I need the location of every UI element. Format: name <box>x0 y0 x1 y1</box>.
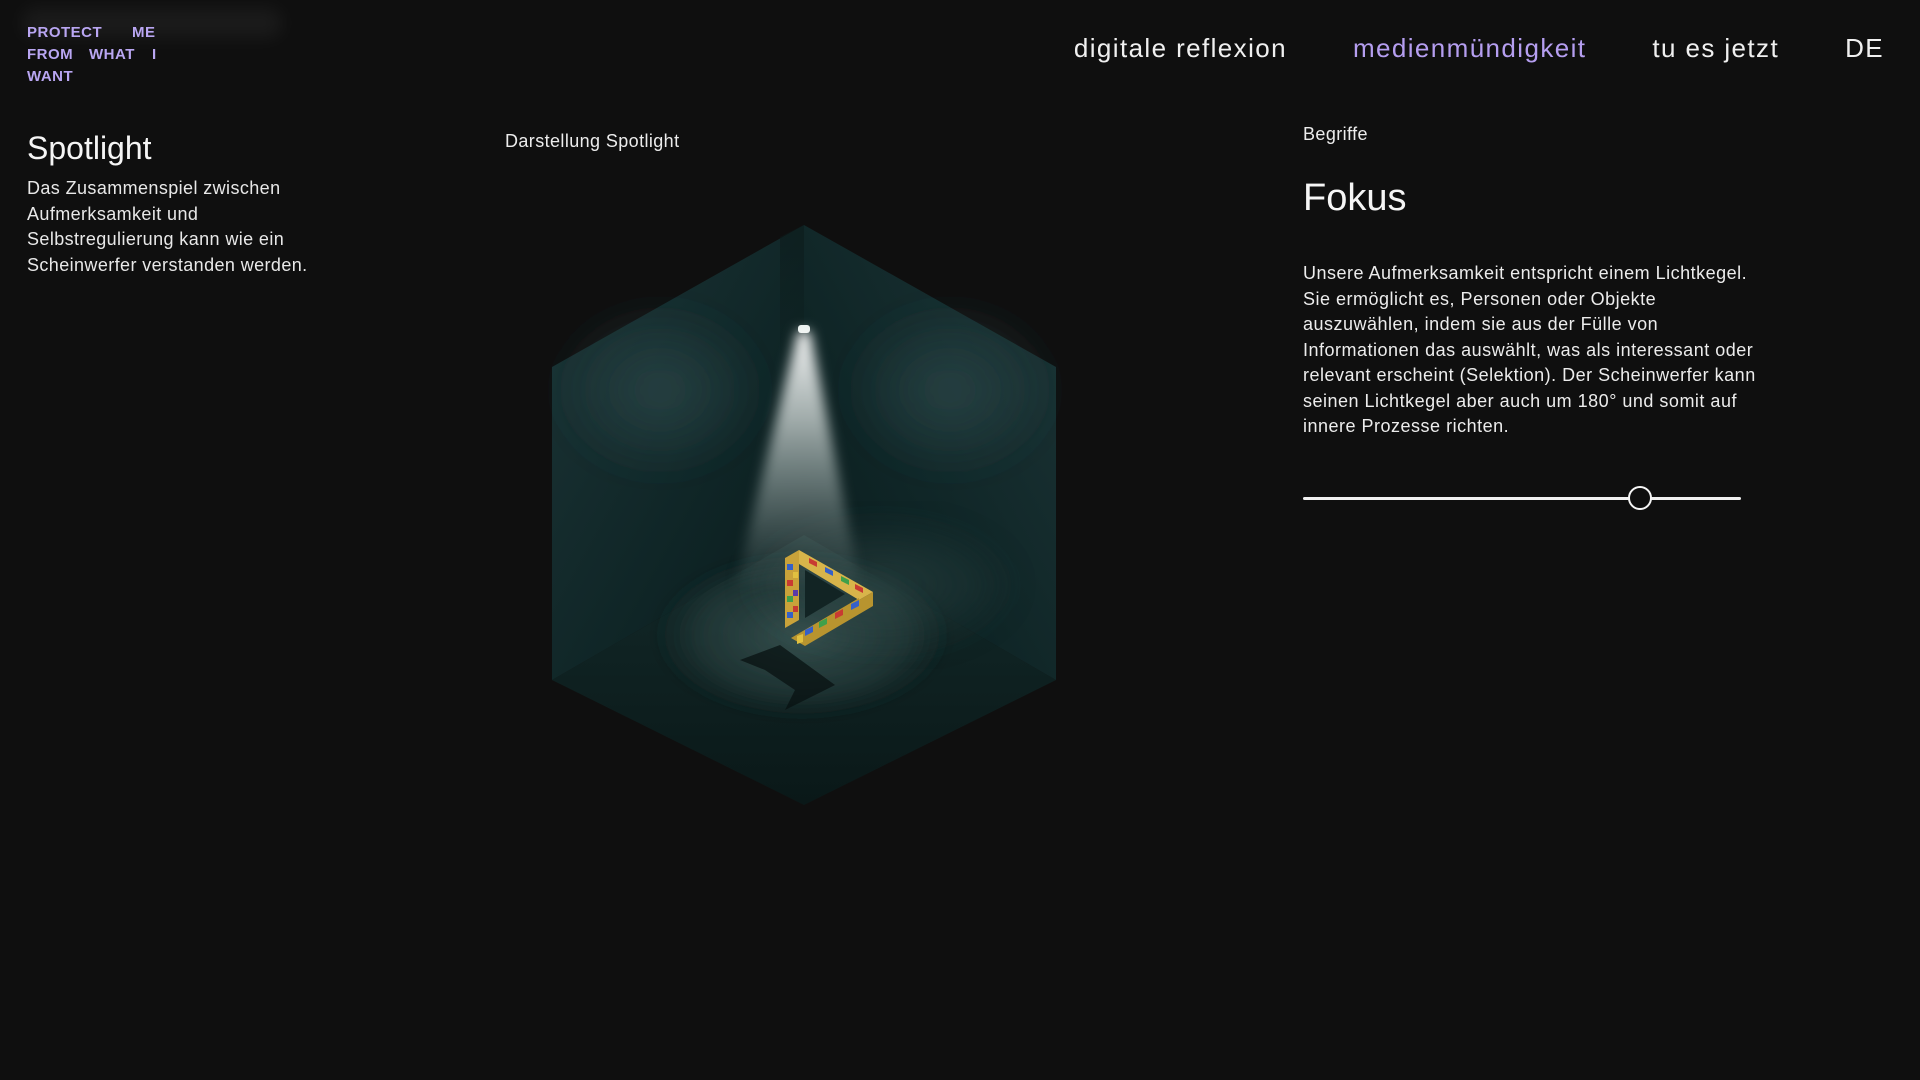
term-slider[interactable] <box>1303 485 1741 511</box>
visualization-label: Darstellung Spotlight <box>505 131 680 151</box>
slider-track[interactable] <box>1303 496 1741 500</box>
intro-title: Spotlight <box>27 130 152 166</box>
logo-word: WHAT <box>89 46 135 63</box>
logo-word: PROTECT <box>27 24 103 41</box>
language-switch[interactable]: DE <box>1845 33 1884 64</box>
nav-item-digitale-reflexion[interactable]: digitale reflexion <box>1074 33 1287 64</box>
spotlight-visualization[interactable] <box>540 215 1070 815</box>
nav-item-medienmuendigkeit[interactable]: medienmündigkeit <box>1353 33 1586 64</box>
terms-section: Begriffe Fokus Unsere Aufmerksamkeit ent… <box>1303 124 1763 511</box>
logo-word: ME <box>132 24 156 41</box>
nav-item-tu-es-jetzt[interactable]: tu es jetzt <box>1652 33 1779 64</box>
term-description: Unsere Aufmerksamkeit entspricht einem L… <box>1303 263 1756 436</box>
site-logo[interactable]: PROTECT ME FROM WHAT I WANT <box>27 22 172 88</box>
logo-word: WANT <box>27 68 74 85</box>
spotlight-room-illustration <box>550 225 1060 805</box>
logo-word: FROM <box>27 46 74 63</box>
logo-word: I <box>152 46 157 63</box>
main-nav: digitale reflexion medienmündigkeit tu e… <box>1074 33 1884 64</box>
term-title: Fokus <box>1303 177 1407 219</box>
intro-section: Spotlight Das Zusammenspiel zwischen Auf… <box>27 128 327 278</box>
terms-label: Begriffe <box>1303 124 1368 144</box>
page: PROTECT ME FROM WHAT I WANT digitale ref… <box>0 0 1920 1080</box>
intro-text: Das Zusammenspiel zwischen Aufmerksamkei… <box>27 178 308 275</box>
slider-thumb[interactable] <box>1628 485 1653 510</box>
